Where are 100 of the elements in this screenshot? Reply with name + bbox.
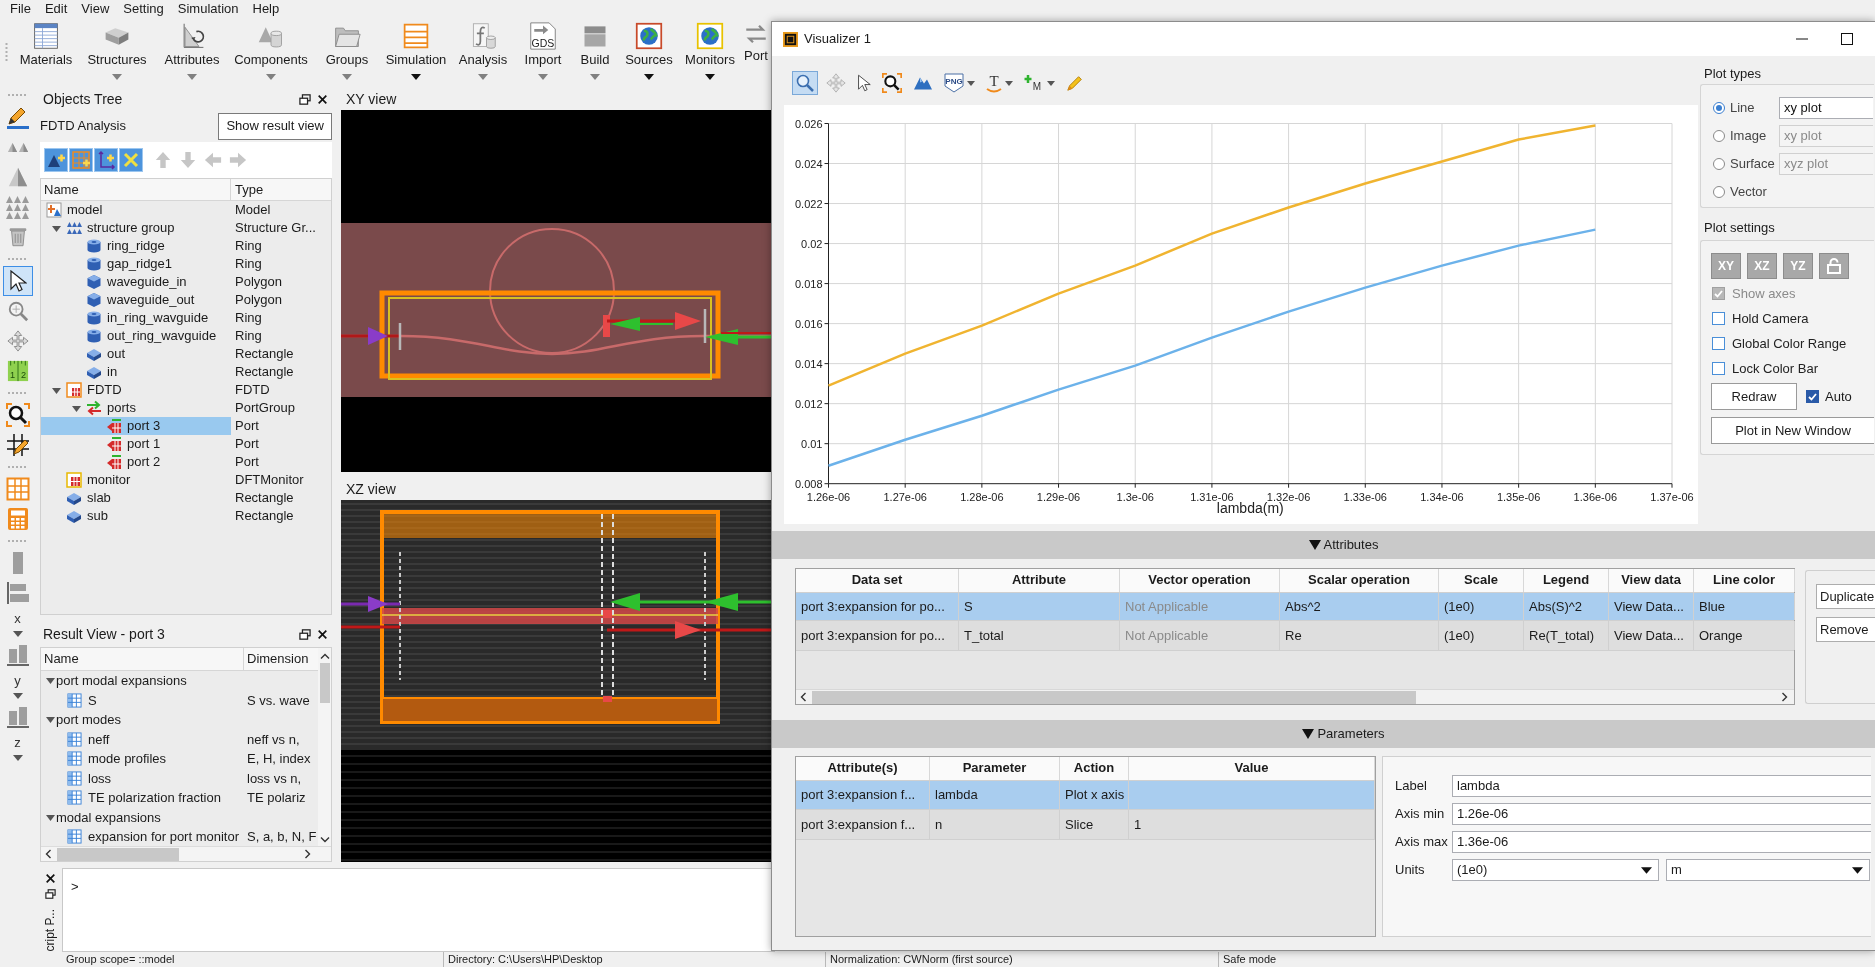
menu-item[interactable]: Setting [123,0,164,17]
png-tool-button[interactable]: PNG [941,71,978,95]
tree-caret-icon[interactable] [52,385,61,395]
tree-item[interactable]: out_ring_wavguide [41,327,231,345]
monitors-button[interactable]: Monitors [678,17,742,88]
vertical-scrollbar[interactable] [318,648,331,846]
tree-item[interactable]: loss [41,768,244,788]
build-button[interactable]: Build [570,17,620,88]
radio-button[interactable] [1713,158,1725,170]
import-button[interactable]: GDS Import [516,17,570,88]
marker-tool-button[interactable]: M [1021,71,1058,95]
table-action-button[interactable]: Duplicate [1816,584,1875,609]
scroll-right-icon[interactable] [305,849,311,859]
show-result-view-button[interactable]: Show result view [218,112,332,140]
scrollbar-thumb[interactable] [812,690,1416,704]
plot-in-new-window-button[interactable]: Plot in New Window [1711,417,1874,444]
float-window-icon[interactable] [299,93,311,105]
axis-dropdown[interactable]: x [2,608,33,640]
tree-item[interactable]: monitor [41,471,231,489]
tree-item[interactable]: in [41,363,231,381]
tree-caret-icon[interactable] [72,403,81,413]
tree-item[interactable]: port 3 [41,417,231,435]
tree-item[interactable]: port 2 [41,453,231,471]
tree-item[interactable]: out [41,345,231,363]
tree-item[interactable]: waveguide_out [41,291,231,309]
checkbox[interactable] [1806,390,1819,403]
tree-item[interactable]: port 1 [41,435,231,453]
text-field[interactable]: 1.36e-06 [1452,831,1871,853]
scrollbar-thumb[interactable] [319,663,330,703]
table-row[interactable]: port 3:expansion f... lambda Plot x axis [796,781,1375,810]
maximize-icon[interactable] [1841,33,1853,45]
tree-caret-icon[interactable] [46,715,55,725]
scroll-up-icon[interactable] [319,653,330,659]
collapse-caret-icon[interactable] [1308,540,1321,550]
section-title[interactable]: Parameters [1317,726,1385,742]
console-input[interactable]: > [62,868,775,952]
units-dropdown[interactable]: m [1666,859,1870,881]
scroll-left-icon[interactable] [800,692,806,702]
tree-caret-icon[interactable] [52,223,61,233]
tree-item[interactable]: ring_ridge [41,237,231,255]
tree-item[interactable]: slab [41,489,231,507]
menu-item[interactable]: Help [252,0,280,17]
menu-item[interactable]: Simulation [177,0,239,17]
attributes-button[interactable]: Attributes [154,17,230,88]
add-axis-button[interactable] [94,148,118,172]
lock-view-button[interactable] [1819,253,1849,279]
text-field[interactable]: 1.26e-06 [1452,803,1871,825]
tree-item[interactable]: port modal expansions [41,671,244,691]
analysis-button[interactable]: Analysis [450,17,516,88]
radio-button[interactable] [1713,186,1725,198]
section-title[interactable]: Attributes [1323,537,1379,553]
tree-item[interactable]: TE polarization fraction [41,788,244,808]
axis-dropdown[interactable]: y [2,670,33,702]
menu-item[interactable]: Edit [44,0,68,17]
tree-item[interactable]: FDTD [41,381,231,399]
checkbox[interactable] [1712,362,1725,375]
radio-button[interactable] [1713,102,1725,114]
menu-item[interactable]: File [10,0,31,17]
tree-item[interactable]: S [41,690,244,710]
float-window-icon[interactable] [299,628,311,640]
menu-item[interactable]: View [81,0,110,17]
horizontal-scrollbar[interactable] [41,846,331,861]
horizontal-scrollbar[interactable] [796,689,1794,704]
add-structure-button[interactable] [44,148,68,172]
tree-item[interactable]: ports [41,399,231,417]
table-row[interactable]: port 3:expansion for po... T_total Not Applicable Re (1e0) Re(T_total) View Data... Orange [796,621,1794,651]
tree-item[interactable]: structure group [41,219,231,237]
tree-item[interactable]: model [41,201,231,219]
checkbox[interactable] [1712,312,1725,325]
simulation-button[interactable]: Simulation [382,17,450,88]
close-icon[interactable] [317,628,328,640]
units-dropdown[interactable]: (1e0) [1452,859,1659,881]
tree-item[interactable]: in_ring_wavguide [41,309,231,327]
tree-item[interactable]: waveguide_in [41,273,231,291]
zoom-box-tool-button[interactable] [879,71,905,95]
tree-item[interactable]: expansion for port monitor [41,827,244,847]
scrollbar-thumb[interactable] [57,847,179,861]
tree-item[interactable]: modal expansions [41,807,244,827]
pointer-tool-button[interactable] [2,266,33,296]
table-action-button[interactable]: Remove [1816,617,1875,642]
close-icon[interactable] [44,873,56,884]
text-field[interactable]: lambda [1452,775,1871,797]
checkbox[interactable] [1712,337,1725,350]
plot-type-dropdown[interactable]: xy plot [1779,97,1873,119]
table-row[interactable]: port 3:expansion f... n Slice 1 [796,810,1375,840]
tree-item[interactable]: port modes [41,710,244,730]
sources-button[interactable]: Sources [620,17,678,88]
scroll-left-icon[interactable] [45,849,51,859]
tree-item[interactable]: sub [41,507,231,525]
components-button[interactable]: Components [230,17,312,88]
tree-item[interactable]: gap_ridge1 [41,255,231,273]
axis-dropdown[interactable]: z [2,732,33,764]
close-icon[interactable] [317,93,328,105]
radio-button[interactable] [1713,130,1725,142]
table-row[interactable]: port 3:expansion for po... S Not Applicable Abs^2 (1e0) Abs(S)^2 View Data... Blue [796,593,1794,621]
scroll-down-icon[interactable] [319,837,330,843]
collapse-caret-icon[interactable] [1302,729,1315,739]
groups-button[interactable]: Groups [312,17,382,88]
tree-item[interactable]: neff [41,729,244,749]
scroll-right-icon[interactable] [1782,692,1788,702]
